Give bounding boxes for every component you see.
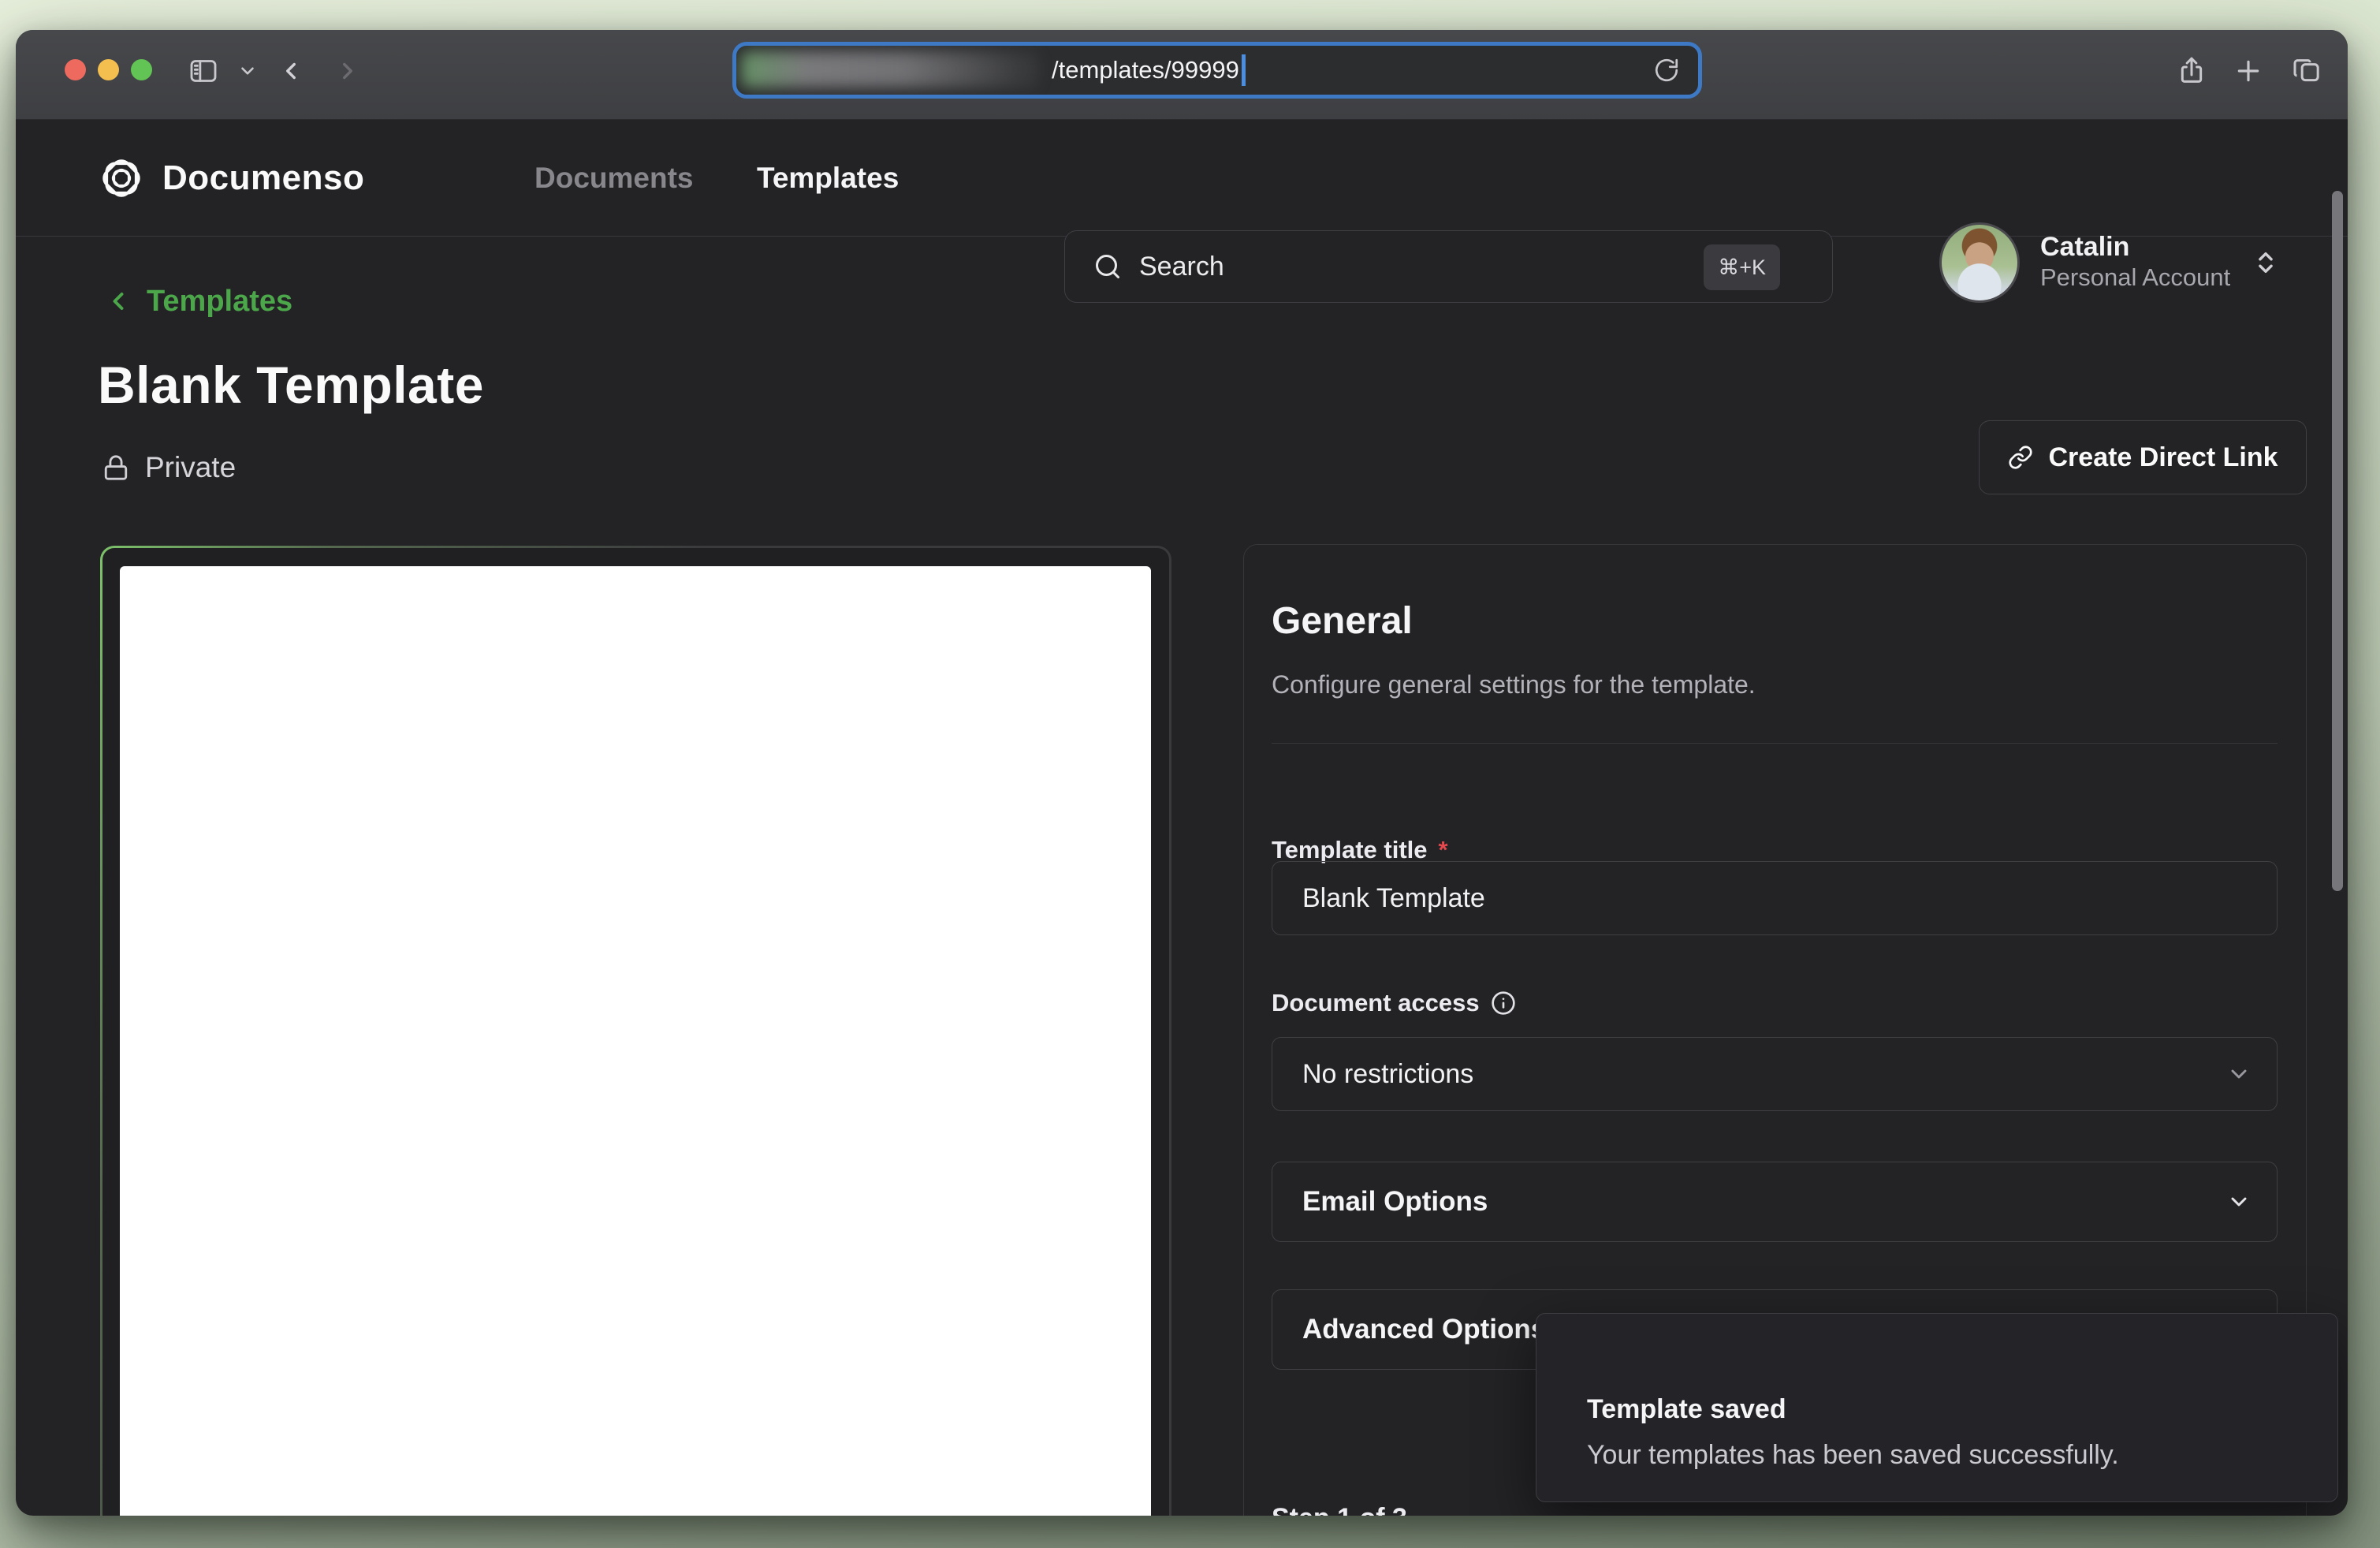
toast-message: Your templates has been saved successful… <box>1587 1440 2119 1471</box>
app-header: Documenso Documents Templates Search ⌘+K… <box>16 120 2348 237</box>
breadcrumb-label: Templates <box>147 285 292 319</box>
tab-overview-icon[interactable] <box>2291 52 2322 90</box>
email-options-label: Email Options <box>1272 1186 1488 1218</box>
required-marker: * <box>1439 836 1448 864</box>
breadcrumb[interactable]: Templates <box>104 281 292 322</box>
brand[interactable]: Documenso <box>98 120 364 237</box>
visibility-status: Private <box>102 451 236 484</box>
search-placeholder: Search <box>1139 252 1224 282</box>
lock-icon <box>102 454 129 481</box>
documenso-logo-icon <box>98 155 145 202</box>
nav-templates[interactable]: Templates <box>757 120 899 237</box>
document-access-value: No restrictions <box>1272 1059 1473 1090</box>
document-access-select[interactable]: No restrictions <box>1272 1037 2278 1111</box>
create-direct-link-button[interactable]: Create Direct Link <box>1979 420 2307 494</box>
forward-button-icon[interactable] <box>334 52 361 90</box>
brand-name: Documenso <box>162 159 364 198</box>
panel-description: Configure general settings for the templ… <box>1272 670 1756 699</box>
chevron-down-icon <box>2226 1061 2252 1087</box>
minimize-window-button[interactable] <box>98 59 119 80</box>
panel-title: General <box>1272 599 1413 643</box>
user-account-type: Personal Account <box>2040 263 2230 293</box>
sidebar-menu-chevron-down-icon[interactable] <box>230 52 265 90</box>
email-options-section[interactable]: Email Options <box>1272 1162 2278 1242</box>
create-direct-link-label: Create Direct Link <box>2049 442 2278 473</box>
share-icon[interactable] <box>2176 52 2207 90</box>
account-menu[interactable]: Catalin Personal Account <box>1939 219 2310 306</box>
new-tab-icon[interactable] <box>2233 52 2264 90</box>
user-name: Catalin <box>2040 232 2230 263</box>
toast-title: Template saved <box>1587 1394 1786 1425</box>
search-input[interactable]: Search ⌘+K <box>1064 230 1833 303</box>
address-bar[interactable]: /templates/99999 <box>732 42 1702 99</box>
sidebar-toggle-icon[interactable] <box>188 52 219 90</box>
link-icon <box>2008 445 2033 470</box>
blank-pdf-page <box>120 566 1151 1516</box>
page-title: Blank Template <box>98 355 484 415</box>
visibility-label: Private <box>145 451 236 484</box>
text-caret <box>1242 54 1246 86</box>
step-indicator: Step 1 of 3 <box>1272 1503 1407 1516</box>
avatar <box>1939 222 2020 303</box>
chevrons-up-down-icon <box>2252 249 2279 276</box>
info-icon[interactable] <box>1491 990 1516 1016</box>
url-text: /templates/99999 <box>1052 46 1246 95</box>
document-preview-card <box>100 546 1171 1516</box>
desktop: /templates/99999 <box>0 0 2380 1548</box>
template-title-label: Template title* <box>1272 836 1448 864</box>
scrollbar-thumb[interactable] <box>2332 191 2343 891</box>
search-icon <box>1093 252 1122 281</box>
browser-toolbar: /templates/99999 <box>16 30 2348 120</box>
panel-divider <box>1272 743 2278 744</box>
url-redacted-blur <box>741 51 1037 88</box>
chevron-left-icon <box>104 287 132 315</box>
close-window-button[interactable] <box>65 59 86 80</box>
browser-window: /templates/99999 <box>16 30 2348 1516</box>
document-access-label: Document access <box>1272 989 1516 1017</box>
reload-icon[interactable] <box>1649 53 1684 88</box>
search-shortcut-badge: ⌘+K <box>1704 244 1780 290</box>
zoom-window-button[interactable] <box>131 59 152 80</box>
back-button-icon[interactable] <box>277 52 304 90</box>
chevron-down-icon <box>2226 1189 2252 1214</box>
nav-documents[interactable]: Documents <box>534 120 693 237</box>
toast-notification: Template saved Your templates has been s… <box>1536 1313 2338 1502</box>
advanced-options-label: Advanced Options <box>1272 1314 1546 1345</box>
template-title-field[interactable] <box>1272 861 2278 935</box>
template-title-input[interactable] <box>1272 883 2277 914</box>
